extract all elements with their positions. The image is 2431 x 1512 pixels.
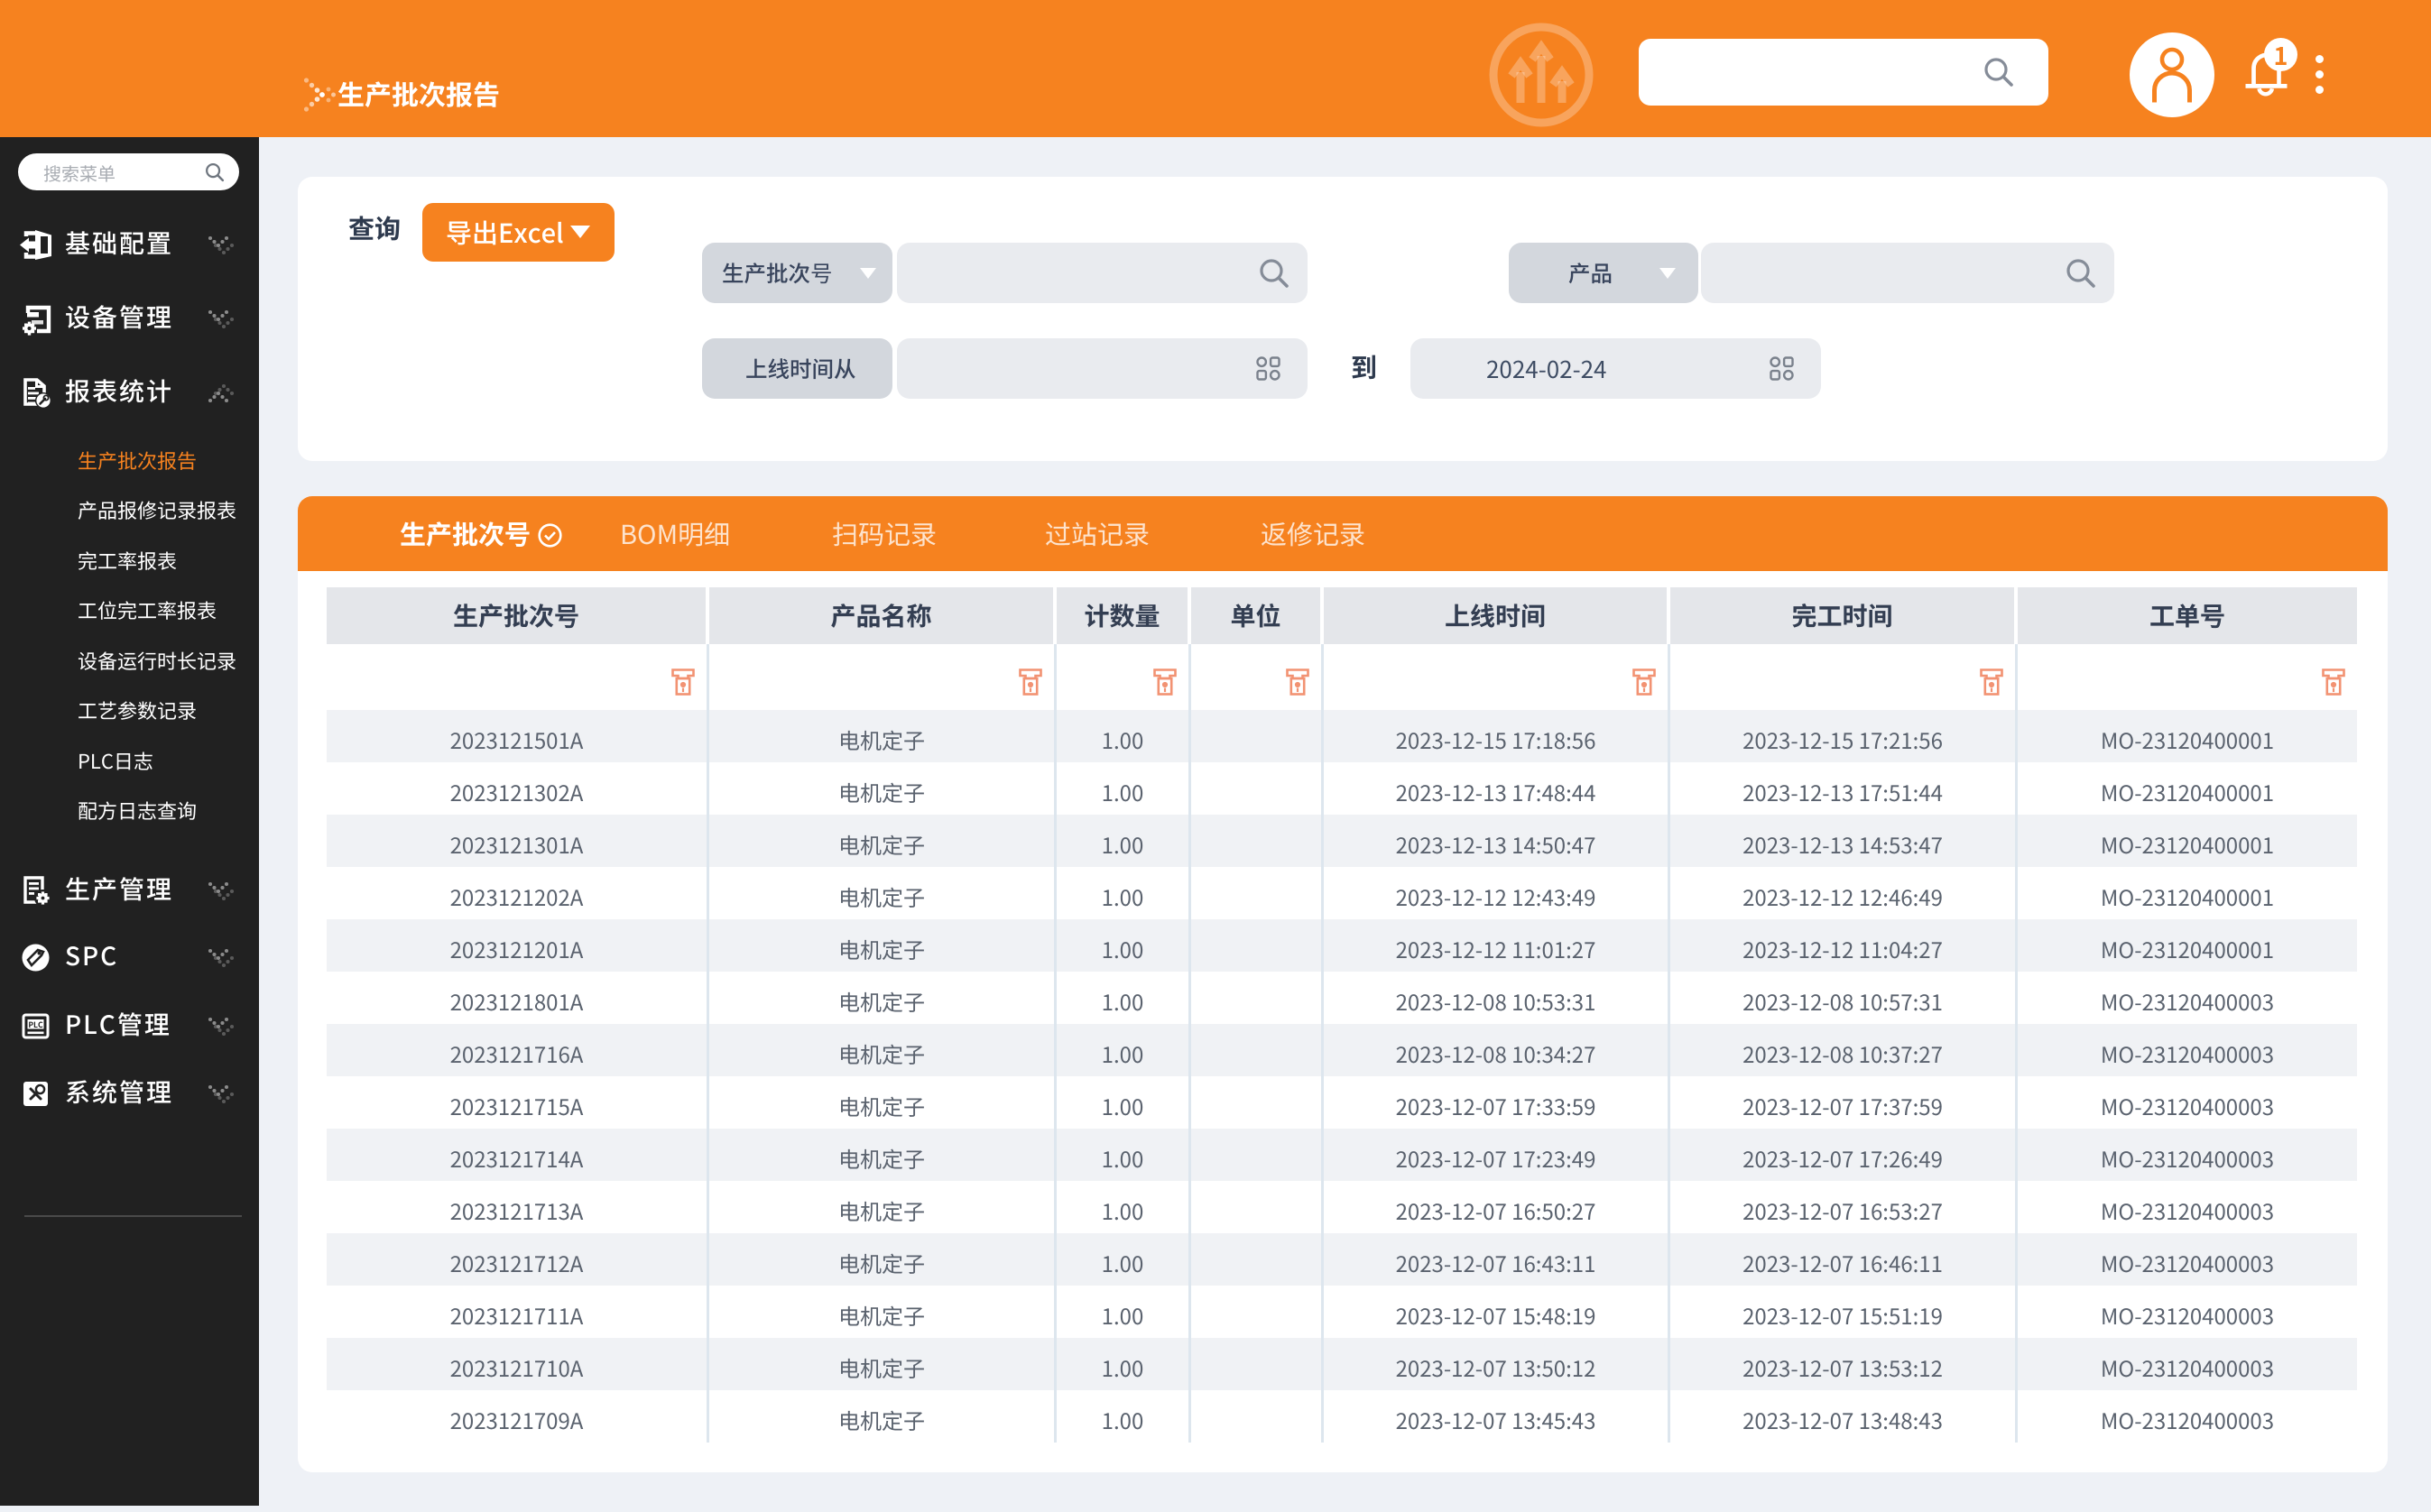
svg-text:PLC: PLC bbox=[28, 1019, 43, 1030]
